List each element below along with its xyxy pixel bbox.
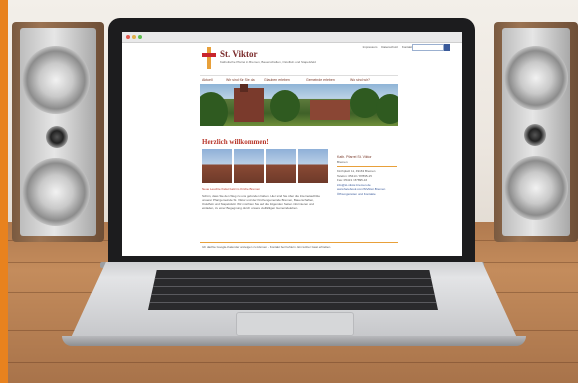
top-links: Impressum Datenschutz Kontakt	[360, 45, 412, 49]
right-speaker	[494, 22, 578, 242]
laptop-trackpad	[236, 312, 354, 336]
laptop-keyboard	[148, 270, 438, 310]
laptop-screen: Impressum Datenschutz Kontakt St. Viktor…	[122, 32, 462, 256]
nav-item[interactable]: Gemeinde erleben	[306, 78, 335, 82]
footer-text: Ich dachte Google-Kalender anzeigen zu k…	[202, 245, 332, 249]
welcome-text: Schön, dass Sie den Weg zu uns gefunden …	[202, 194, 321, 210]
nav-item[interactable]: Wir sind für Sie da	[226, 78, 255, 82]
browser-bar	[122, 32, 462, 43]
church-hero-image	[200, 84, 398, 126]
top-link[interactable]: Impressum	[363, 45, 378, 49]
orange-side-bar	[0, 0, 8, 383]
cross-logo-icon	[202, 47, 216, 69]
photo-thumbnail[interactable]	[202, 149, 232, 183]
page-footer: Ich dachte Google-Kalender anzeigen zu k…	[200, 242, 398, 250]
photo-scene: Impressum Datenschutz Kontakt St. Viktor…	[0, 0, 578, 383]
sidebar-link[interactable]: Öffnungszeiten und Kontakte	[337, 192, 397, 197]
page-heading: Herzlich willkommen!	[202, 138, 269, 146]
laptop-front-edge	[62, 336, 526, 346]
top-link[interactable]: Kontakt	[402, 45, 412, 49]
photo-thumbnail[interactable]	[298, 149, 328, 183]
top-link[interactable]: Datenschutz	[381, 45, 398, 49]
nav-item[interactable]: Glauben erleben	[264, 78, 290, 82]
nav-item[interactable]: Wo sind wir?	[350, 78, 370, 82]
photo-thumbnail[interactable]	[234, 149, 264, 183]
search-button[interactable]	[444, 44, 450, 51]
left-speaker	[12, 22, 104, 242]
contact-sidebar: Kath. Pfarrei St. Viktor Bremen Kirchpla…	[337, 155, 397, 196]
site-title[interactable]: St. Viktor	[220, 49, 258, 59]
sidebar-subtitle: Bremen	[337, 159, 348, 164]
search-input[interactable]	[412, 44, 444, 51]
photo-thumbnail[interactable]	[266, 149, 296, 183]
nav-item[interactable]: Aktuell	[202, 78, 213, 82]
site-tagline: Katholische Pfarrei in Bremen, Bauerscha…	[220, 60, 316, 64]
photo-caption: Neue Leuchte findet bald im Kirche Breme…	[202, 187, 261, 191]
